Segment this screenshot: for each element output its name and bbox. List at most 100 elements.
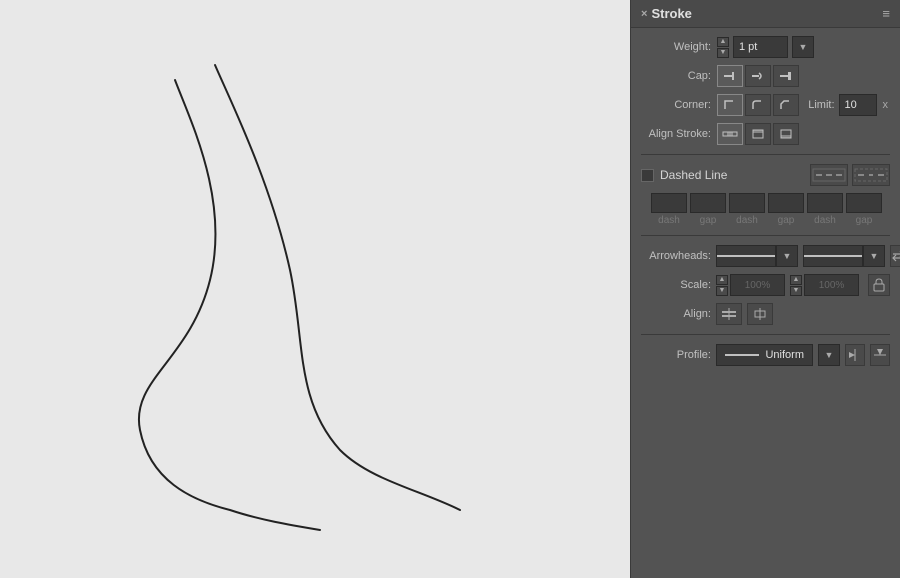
arrowhead-end-dropdown[interactable]: ▼ <box>863 245 885 267</box>
scale-1-up[interactable]: ▲ <box>716 275 728 285</box>
dash-label-1: dash <box>658 215 680 226</box>
limit-input[interactable]: 10 <box>839 94 877 116</box>
flip-horizontal-btn[interactable] <box>845 344 865 366</box>
corner-miter-btn[interactable] <box>717 94 743 116</box>
cap-label: Cap: <box>641 70 711 82</box>
dashed-checkbox-group: Dashed Line <box>641 168 727 182</box>
align-label: Align: <box>641 308 711 320</box>
profile-value: Uniform <box>765 349 804 361</box>
gap-box-1[interactable] <box>690 193 726 213</box>
divider-2 <box>641 235 890 236</box>
dashed-style-btn-2[interactable] <box>852 164 890 186</box>
dashed-line-label: Dashed Line <box>660 168 727 182</box>
weight-input[interactable]: 1 pt <box>733 36 788 58</box>
scale-1-down[interactable]: ▼ <box>716 286 728 296</box>
dash-input-3: dash <box>807 193 843 226</box>
dash-box-2[interactable] <box>729 193 765 213</box>
corner-row: Corner: Limi <box>641 94 890 116</box>
scale-label: Scale: <box>641 279 711 291</box>
corner-round-btn[interactable] <box>745 94 771 116</box>
cap-butt-btn[interactable] <box>717 65 743 87</box>
weight-label: Weight: <box>641 41 711 53</box>
weight-spinner: ▲ ▼ <box>717 37 729 58</box>
arrowhead-end-box[interactable] <box>803 245 863 267</box>
stroke-panel: × Stroke ≡ Weight: ▲ ▼ 1 pt ▼ Cap: <box>630 0 900 578</box>
gap-box-3[interactable] <box>846 193 882 213</box>
weight-up-arrow[interactable]: ▲ <box>717 37 729 47</box>
dash-label-3: dash <box>814 215 836 226</box>
panel-header: × Stroke ≡ <box>631 0 900 28</box>
dash-box-1[interactable] <box>651 193 687 213</box>
dashed-style-btn-1[interactable] <box>810 164 848 186</box>
limit-x-btn[interactable]: x <box>881 97 891 113</box>
divider-3 <box>641 334 890 335</box>
swap-arrowheads-btn[interactable] <box>890 245 900 267</box>
arrowheads-row: Arrowheads: ▼ ▼ <box>641 245 890 267</box>
profile-dropdown-btn[interactable]: ▼ <box>818 344 840 366</box>
flip-vertical-btn[interactable] <box>870 344 890 366</box>
dash-box-3[interactable] <box>807 193 843 213</box>
gap-label-1: gap <box>700 215 717 226</box>
arrowhead-start-select: ▼ <box>716 245 798 267</box>
weight-row: Weight: ▲ ▼ 1 pt ▼ <box>641 36 890 58</box>
align-outside-btn[interactable] <box>773 123 799 145</box>
gap-input-2: gap <box>768 193 804 226</box>
panel-title: × Stroke <box>641 6 692 21</box>
gap-input-3: gap <box>846 193 882 226</box>
panel-body: Weight: ▲ ▼ 1 pt ▼ Cap: <box>631 28 900 374</box>
stroke-title: Stroke <box>651 6 691 21</box>
panel-header-icons: ≡ <box>882 6 890 21</box>
dashed-line-row: Dashed Line <box>641 164 890 186</box>
dash-inputs-row: dash gap dash gap dash gap <box>641 193 890 226</box>
align-stroke-label: Align Stroke: <box>641 128 711 140</box>
weight-dropdown-btn[interactable]: ▼ <box>792 36 814 58</box>
dash-input-1: dash <box>651 193 687 226</box>
dashed-style-group <box>810 164 890 186</box>
menu-icon[interactable]: ≡ <box>882 6 890 21</box>
close-icon[interactable]: × <box>641 8 647 20</box>
scale-input-2[interactable]: 100% <box>804 274 859 296</box>
gap-box-2[interactable] <box>768 193 804 213</box>
weight-down-arrow[interactable]: ▼ <box>717 48 729 58</box>
align-btn-2[interactable] <box>747 303 773 325</box>
gap-label-2: gap <box>778 215 795 226</box>
arrowhead-end-select: ▼ <box>803 245 885 267</box>
corner-btn-group <box>717 94 799 116</box>
cap-round-btn[interactable] <box>745 65 771 87</box>
scale-input-1[interactable]: 100% <box>730 274 785 296</box>
profile-line <box>725 354 759 356</box>
weight-input-group: ▲ ▼ 1 pt ▼ <box>717 36 814 58</box>
align-stroke-btn-group <box>717 123 799 145</box>
limit-group: Limit: 10 x <box>808 94 890 116</box>
align-stroke-row: Align Stroke: <box>641 123 890 145</box>
dash-input-2: dash <box>729 193 765 226</box>
corner-bevel-btn[interactable] <box>773 94 799 116</box>
limit-label: Limit: <box>808 99 834 111</box>
cap-square-btn[interactable] <box>773 65 799 87</box>
gap-input-1: gap <box>690 193 726 226</box>
align-center-btn[interactable] <box>717 123 743 145</box>
scale-row: Scale: ▲ ▼ 100% ▲ ▼ 100% <box>641 274 890 296</box>
dash-label-2: dash <box>736 215 758 226</box>
scale-input-2-group: ▲ ▼ 100% <box>790 274 859 296</box>
profile-label: Profile: <box>641 349 711 361</box>
align-row: Align: <box>641 303 890 325</box>
arrowhead-start-box[interactable] <box>716 245 776 267</box>
scale-2-up[interactable]: ▲ <box>790 275 802 285</box>
profile-row: Profile: Uniform ▼ <box>641 344 890 366</box>
scale-input-1-group: ▲ ▼ 100% <box>716 274 785 296</box>
dashed-checkbox[interactable] <box>641 169 654 182</box>
divider-1 <box>641 154 890 155</box>
cap-row: Cap: <box>641 65 890 87</box>
corner-label: Corner: <box>641 99 711 111</box>
scale-2-spinner: ▲ ▼ <box>790 275 802 296</box>
scale-2-down[interactable]: ▼ <box>790 286 802 296</box>
gap-label-3: gap <box>856 215 873 226</box>
arrowhead-start-dropdown[interactable]: ▼ <box>776 245 798 267</box>
arrowheads-label: Arrowheads: <box>641 250 711 262</box>
lock-scale-btn[interactable] <box>868 274 890 296</box>
scale-1-spinner: ▲ ▼ <box>716 275 728 296</box>
align-inside-btn[interactable] <box>745 123 771 145</box>
align-btn-1[interactable] <box>716 303 742 325</box>
profile-box[interactable]: Uniform <box>716 344 813 366</box>
